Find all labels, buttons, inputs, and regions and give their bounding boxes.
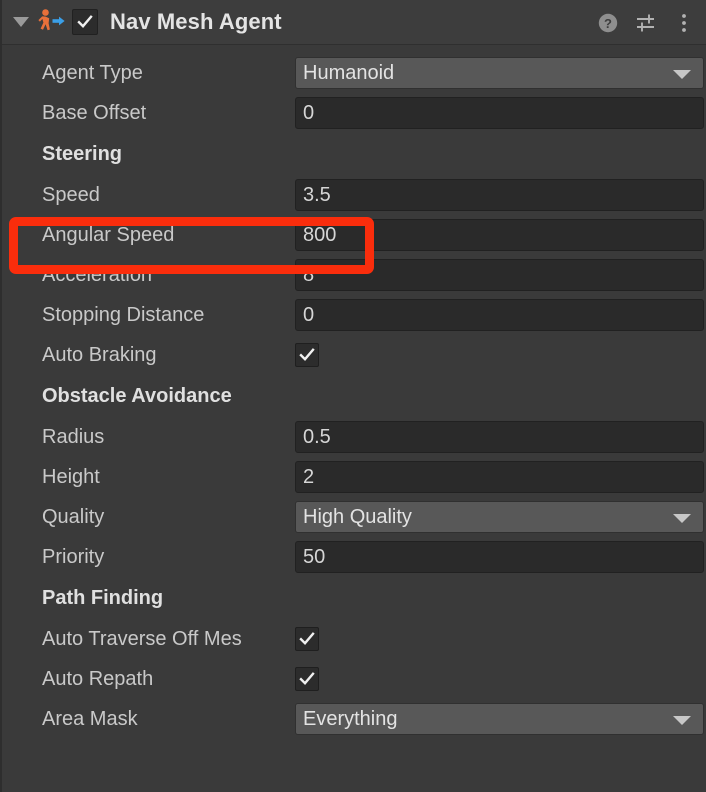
label-auto-braking: Auto Braking [42,344,157,366]
speed-input[interactable]: 3.5 [295,179,704,211]
field-priority[interactable]: 50 [295,541,704,573]
label-agent-type: Agent Type [42,62,143,84]
label-area-mask: Area Mask [42,708,138,730]
label-height: Height [42,466,100,488]
chevron-down-icon [673,716,691,725]
section-header-steering: Steering [42,142,123,165]
auto-traverse-off-mesh-link-checkbox[interactable] [295,627,319,651]
height-input[interactable]: 2 [295,461,704,493]
stopping-distance-input[interactable]: 0 [295,299,704,331]
inspector-body: Agent Type Humanoid Base Offset 0 Steeri… [2,45,706,739]
field-height[interactable]: 2 [295,461,704,493]
chevron-down-icon [673,70,691,79]
row-agent-type: Agent Type Humanoid [2,53,706,93]
quality-value: High Quality [303,506,412,528]
field-auto-repath[interactable] [295,663,704,695]
help-icon[interactable]: ? [596,11,620,35]
foldout-triangle-icon[interactable] [10,11,32,33]
chevron-down-icon [673,514,691,523]
auto-braking-checkbox[interactable] [295,343,319,367]
auto-repath-checkbox[interactable] [295,667,319,691]
section-header-path-finding: Path Finding [42,586,164,609]
row-priority: Priority 50 [2,537,706,577]
label-priority: Priority [42,546,105,568]
field-stopping-distance[interactable]: 0 [295,299,704,331]
label-quality: Quality [42,506,105,528]
agent-type-value: Humanoid [303,62,395,84]
row-area-mask: Area Mask Everything [2,699,706,739]
row-radius: Radius 0.5 [2,417,706,457]
base-offset-input[interactable]: 0 [295,97,704,129]
header-actions: ? [596,0,696,45]
label-auto-traverse-off-mesh-link: Auto Traverse Off Mes [42,628,242,650]
label-angular-speed: Angular Speed [42,224,175,246]
row-speed: Speed 3.5 [2,175,706,215]
field-auto-traverse-off-mesh-link[interactable] [295,623,704,655]
field-auto-braking[interactable] [295,339,704,371]
field-speed[interactable]: 3.5 [295,179,704,211]
svg-text:?: ? [604,16,612,31]
row-auto-traverse-off-mesh-link: Auto Traverse Off Mes [2,619,706,659]
area-mask-value: Everything [303,708,398,730]
nav-mesh-agent-icon [36,7,66,37]
field-radius[interactable]: 0.5 [295,421,704,453]
priority-input[interactable]: 50 [295,541,704,573]
field-quality[interactable]: High Quality [295,501,704,533]
row-quality: Quality High Quality [2,497,706,537]
row-height: Height 2 [2,457,706,497]
label-auto-repath: Auto Repath [42,668,154,690]
component-header: Nav Mesh Agent ? [2,0,706,45]
label-base-offset: Base Offset [42,102,147,124]
row-base-offset: Base Offset 0 [2,93,706,133]
label-radius: Radius [42,426,105,448]
preset-settings-icon[interactable] [634,11,658,35]
component-title: Nav Mesh Agent [110,9,282,34]
acceleration-input[interactable]: 8 [295,259,704,291]
row-auto-repath: Auto Repath [2,659,706,699]
agent-type-dropdown[interactable]: Humanoid [295,57,704,89]
component-enabled-checkbox[interactable] [72,9,98,35]
angular-speed-input[interactable]: 800 [295,219,704,251]
field-agent-type[interactable]: Humanoid [295,57,704,89]
field-base-offset[interactable]: 0 [295,97,704,129]
field-area-mask[interactable]: Everything [295,703,704,735]
field-acceleration[interactable]: 8 [295,259,704,291]
quality-dropdown[interactable]: High Quality [295,501,704,533]
row-stopping-distance: Stopping Distance 0 [2,295,706,335]
label-stopping-distance: Stopping Distance [42,304,205,326]
label-speed: Speed [42,184,100,206]
nav-mesh-agent-inspector: Nav Mesh Agent ? Agent Type Humanoid Bas… [0,0,706,792]
row-auto-braking: Auto Braking [2,335,706,375]
row-acceleration: Acceleration 8 [2,255,706,295]
section-header-obstacle-avoidance: Obstacle Avoidance [42,384,232,407]
radius-input[interactable]: 0.5 [295,421,704,453]
label-acceleration: Acceleration [42,264,153,286]
more-options-icon[interactable] [672,11,696,35]
area-mask-dropdown[interactable]: Everything [295,703,704,735]
field-angular-speed[interactable]: 800 [295,219,704,251]
row-angular-speed: Angular Speed 800 [2,215,706,255]
